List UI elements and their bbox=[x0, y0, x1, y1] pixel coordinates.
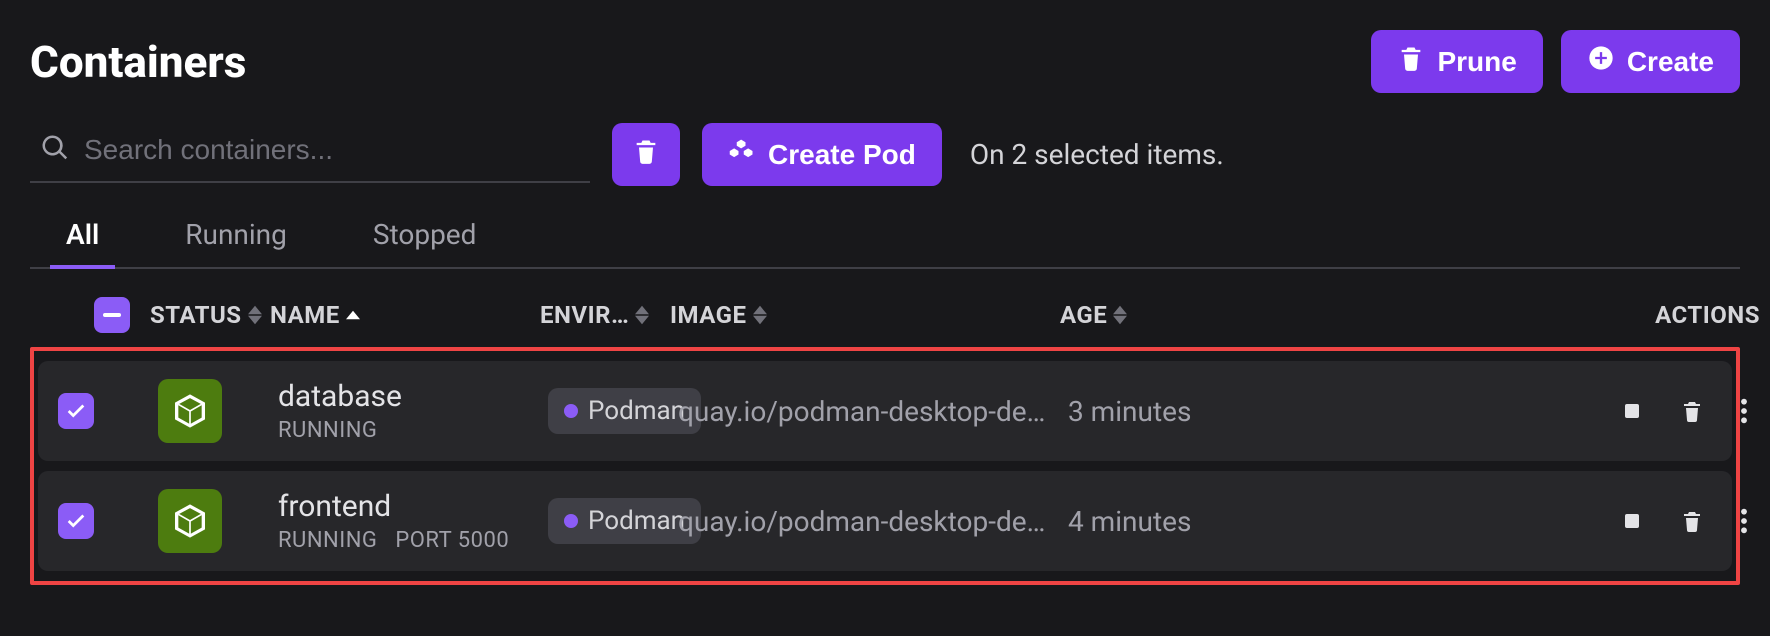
delete-selected-button[interactable] bbox=[612, 123, 680, 186]
container-port: PORT 5000 bbox=[395, 528, 509, 553]
search-input[interactable] bbox=[84, 134, 590, 166]
sort-icon bbox=[248, 305, 262, 325]
dot-icon bbox=[564, 514, 578, 528]
create-label: Create bbox=[1627, 46, 1714, 78]
create-button[interactable]: Create bbox=[1561, 30, 1740, 93]
table-row: frontend RUNNING PORT 5000 Podman quay.i… bbox=[38, 471, 1732, 571]
container-status: RUNNING bbox=[278, 528, 377, 553]
sort-icon bbox=[635, 305, 649, 325]
image-cell: quay.io/podman-desktop-dem… bbox=[678, 395, 1068, 428]
stop-button[interactable] bbox=[1620, 509, 1644, 533]
more-actions-button[interactable] bbox=[1740, 397, 1748, 425]
search-icon bbox=[40, 133, 70, 167]
container-name: frontend bbox=[278, 489, 548, 524]
col-environment[interactable]: ENVIR… bbox=[540, 301, 670, 329]
cube-icon bbox=[158, 489, 222, 553]
cubes-icon bbox=[728, 137, 756, 172]
search-wrap bbox=[30, 127, 590, 183]
header: Containers Prune Create bbox=[30, 30, 1740, 93]
header-actions: Prune Create bbox=[1371, 30, 1740, 93]
name-cell[interactable]: database RUNNING bbox=[278, 379, 548, 443]
status-cell bbox=[158, 489, 278, 553]
prune-label: Prune bbox=[1437, 46, 1516, 78]
tab-all[interactable]: All bbox=[50, 208, 115, 269]
col-name[interactable]: NAME bbox=[270, 301, 540, 329]
toolbar: Create Pod On 2 selected items. bbox=[30, 123, 1740, 186]
create-pod-button[interactable]: Create Pod bbox=[702, 123, 942, 186]
status-cell bbox=[158, 379, 278, 443]
prune-button[interactable]: Prune bbox=[1371, 30, 1542, 93]
col-status[interactable]: STATUS bbox=[150, 301, 270, 329]
row-checkbox[interactable] bbox=[38, 393, 158, 429]
table-row: database RUNNING Podman quay.io/podman-d… bbox=[38, 361, 1732, 461]
cube-icon bbox=[158, 379, 222, 443]
tab-running[interactable]: Running bbox=[169, 208, 303, 269]
age-cell: 3 minutes bbox=[1068, 395, 1478, 428]
col-age[interactable]: AGE bbox=[1060, 301, 1470, 329]
container-name: database bbox=[278, 379, 548, 414]
selected-info: On 2 selected items. bbox=[970, 138, 1224, 171]
selection-highlight: database RUNNING Podman quay.io/podman-d… bbox=[30, 347, 1740, 585]
more-actions-button[interactable] bbox=[1740, 507, 1748, 535]
trash-icon bbox=[1397, 44, 1425, 79]
delete-button[interactable] bbox=[1680, 399, 1704, 423]
age-cell: 4 minutes bbox=[1068, 505, 1478, 538]
create-pod-label: Create Pod bbox=[768, 139, 916, 171]
actions-cell bbox=[1478, 397, 1770, 425]
stop-button[interactable] bbox=[1620, 399, 1644, 423]
dot-icon bbox=[564, 404, 578, 418]
trash-icon bbox=[632, 137, 660, 172]
sort-icon bbox=[1113, 305, 1127, 325]
sort-asc-icon bbox=[346, 310, 360, 320]
name-cell[interactable]: frontend RUNNING PORT 5000 bbox=[278, 489, 548, 553]
actions-cell bbox=[1478, 507, 1770, 535]
col-actions: ACTIONS bbox=[1470, 301, 1770, 329]
plus-circle-icon bbox=[1587, 44, 1615, 79]
delete-button[interactable] bbox=[1680, 509, 1704, 533]
row-checkbox[interactable] bbox=[38, 503, 158, 539]
environment-cell: Podman bbox=[548, 498, 678, 544]
environment-cell: Podman bbox=[548, 388, 678, 434]
image-cell: quay.io/podman-desktop-dem… bbox=[678, 505, 1068, 538]
tab-stopped[interactable]: Stopped bbox=[357, 208, 493, 269]
table-header: STATUS NAME ENVIR… IMAGE bbox=[30, 283, 1740, 347]
select-all-checkbox[interactable] bbox=[30, 297, 150, 333]
sort-icon bbox=[753, 305, 767, 325]
page-title: Containers bbox=[30, 36, 246, 88]
container-table: STATUS NAME ENVIR… IMAGE bbox=[30, 283, 1740, 585]
col-image[interactable]: IMAGE bbox=[670, 301, 1060, 329]
tabs: All Running Stopped bbox=[30, 208, 1740, 269]
container-status: RUNNING bbox=[278, 418, 377, 443]
